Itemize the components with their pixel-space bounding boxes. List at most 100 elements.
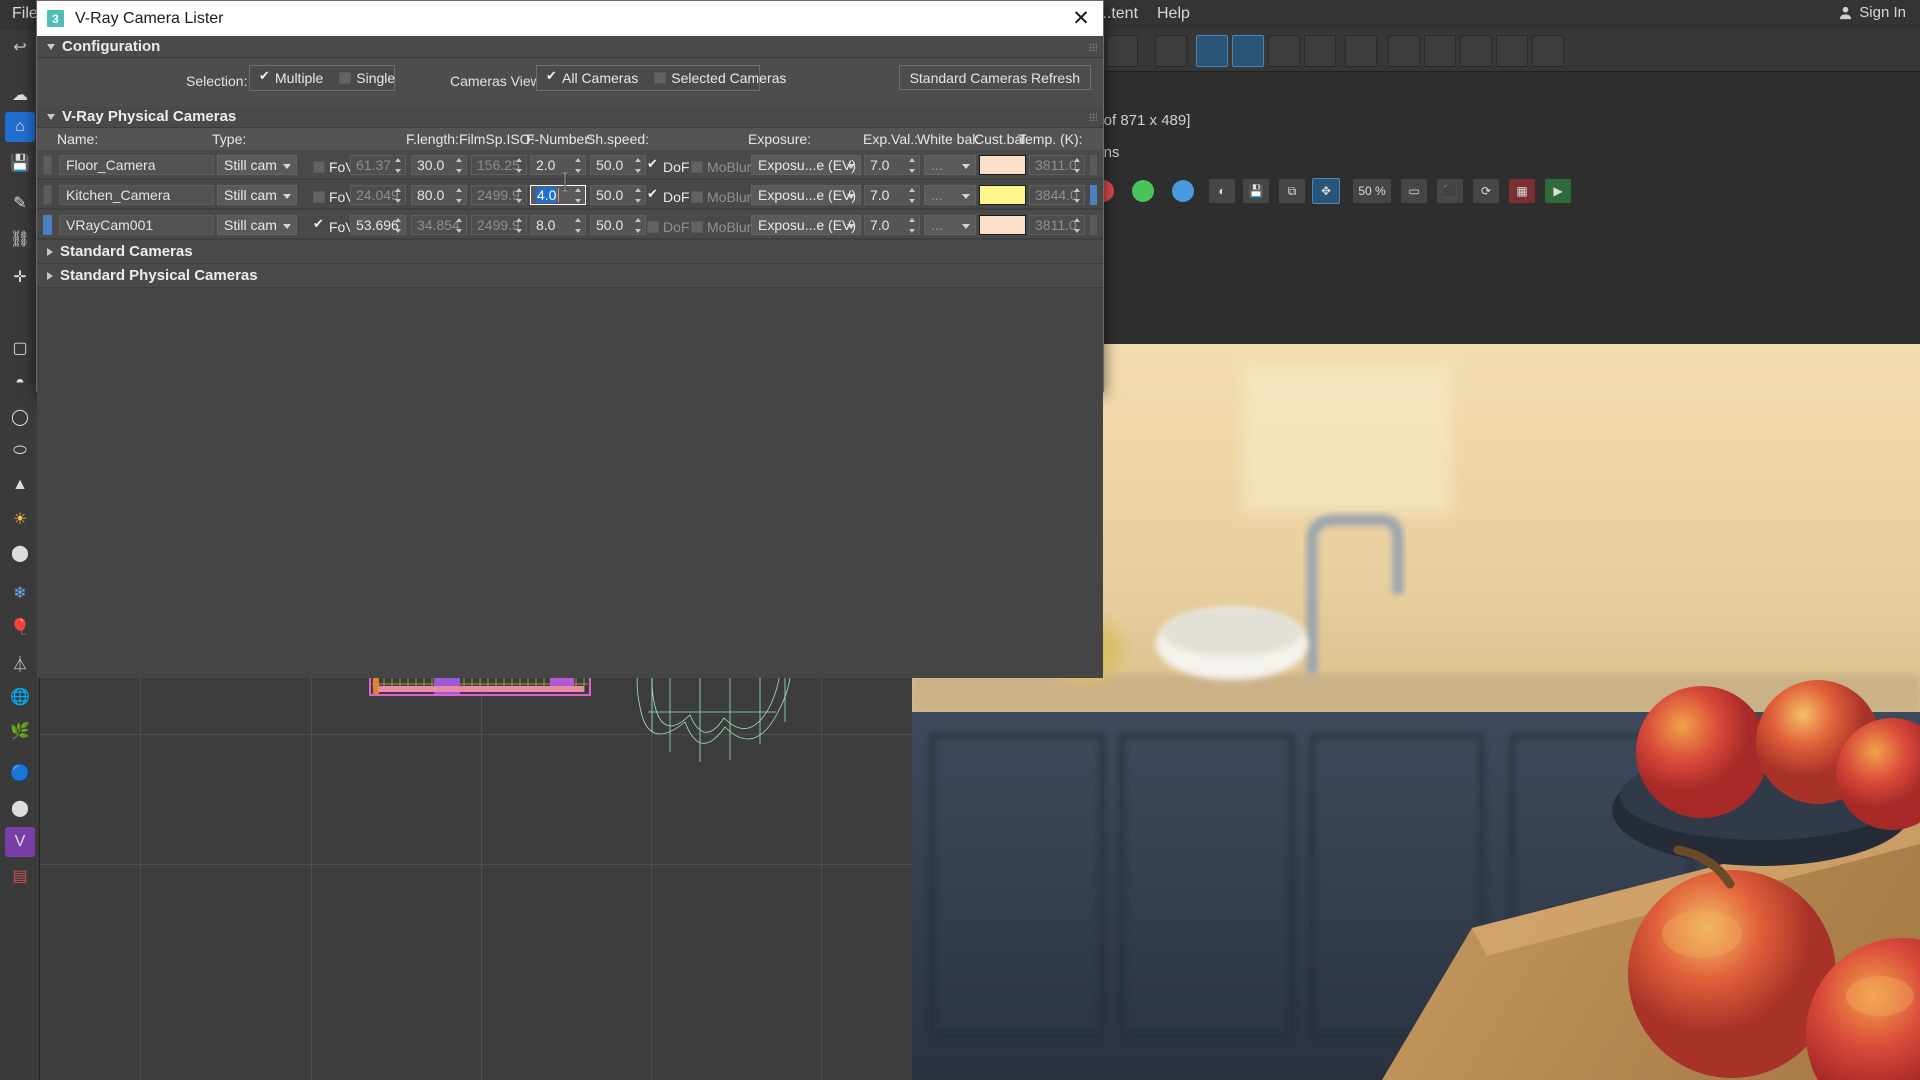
moblur-checkbox[interactable]: MoBlur bbox=[691, 219, 751, 235]
save-image-button[interactable]: 💾 bbox=[1242, 178, 1270, 204]
rollout-header-standard-cameras[interactable]: Standard Cameras bbox=[37, 240, 1103, 264]
rail-icon-undo[interactable]: ↩ bbox=[5, 32, 35, 62]
white-balance-dropdown[interactable]: ... bbox=[924, 185, 976, 205]
rail-icon-cloud[interactable]: ☁ bbox=[5, 80, 35, 110]
rail-icon-cone[interactable]: ▲ bbox=[5, 470, 35, 500]
iso-field[interactable]: 2499.9 bbox=[471, 185, 527, 205]
zoom-level-display[interactable]: 50 % bbox=[1352, 178, 1392, 204]
row-select-tab[interactable] bbox=[43, 215, 52, 235]
toolbar-button-align[interactable] bbox=[1106, 35, 1138, 67]
rail-icon-swatch[interactable]: ▤ bbox=[5, 861, 35, 891]
close-icon[interactable]: ✕ bbox=[1063, 4, 1099, 32]
selection-single-checkbox[interactable]: Single bbox=[339, 70, 395, 86]
rollout-header-standard-physical-cameras[interactable]: Standard Physical Cameras bbox=[37, 264, 1103, 288]
shutter-speed-field[interactable]: 50.0 bbox=[590, 155, 646, 175]
white-balance-dropdown[interactable]: ... bbox=[924, 155, 976, 175]
rail-icon-vray[interactable]: V bbox=[5, 827, 35, 857]
spinner-icon[interactable] bbox=[515, 188, 523, 203]
rail-icon-sun[interactable]: ☀ bbox=[5, 504, 35, 534]
rail-icon-save[interactable]: 💾 bbox=[5, 148, 35, 178]
sign-in-button[interactable]: Sign In bbox=[1838, 4, 1906, 21]
exposure-dropdown[interactable]: Exposu...e (EV) bbox=[751, 185, 861, 205]
spinner-icon[interactable] bbox=[908, 188, 916, 203]
custom-balance-color-swatch[interactable] bbox=[979, 185, 1026, 205]
menu-item-content[interactable]: ...tent bbox=[1098, 5, 1138, 23]
standard-cameras-refresh-button[interactable]: Standard Cameras Refresh bbox=[899, 65, 1091, 90]
spinner-icon[interactable] bbox=[634, 188, 642, 203]
rail-icon-paint[interactable]: ✎ bbox=[5, 188, 35, 218]
custom-balance-color-swatch[interactable] bbox=[979, 155, 1026, 175]
render-green-button[interactable]: ▶ bbox=[1544, 178, 1572, 204]
focal-length-field[interactable]: 61.37 bbox=[350, 155, 406, 175]
menu-item-file[interactable]: File bbox=[12, 5, 38, 23]
spinner-icon[interactable] bbox=[455, 158, 463, 173]
vray-camera-lister-dialog[interactable]: 3 V-Ray Camera Lister ✕ Configuration Se… bbox=[36, 0, 1104, 392]
rail-icon-chain[interactable]: ⛓ bbox=[5, 224, 35, 254]
moblur-checkbox[interactable]: MoBlur bbox=[691, 189, 751, 205]
monochrome-button[interactable]: ◐ bbox=[1208, 178, 1236, 204]
camera-name-field[interactable]: Floor_Camera bbox=[59, 155, 214, 175]
spinner-icon[interactable] bbox=[394, 218, 402, 233]
toolbar-button-layers[interactable] bbox=[1155, 35, 1187, 67]
dof-checkbox[interactable]: DoF bbox=[647, 189, 689, 205]
channel-blue-dot-icon[interactable] bbox=[1172, 180, 1194, 202]
fov-checkbox[interactable]: FoV bbox=[313, 219, 355, 235]
rail-icon-balloon[interactable]: 🎈 bbox=[5, 612, 35, 642]
f-number-field[interactable]: 4.0 bbox=[530, 185, 586, 205]
toolbar-button-render-setup[interactable] bbox=[1388, 35, 1420, 67]
clone-button[interactable]: ⧉ bbox=[1278, 178, 1306, 204]
menu-item-help[interactable]: Help bbox=[1157, 5, 1190, 23]
toolbar-button-material-browser[interactable] bbox=[1532, 35, 1564, 67]
camera-name-field[interactable]: Kitchen_Camera bbox=[59, 185, 214, 205]
toolbar-button-scene-explorer[interactable] bbox=[1232, 35, 1264, 67]
temperature-field[interactable]: 3811.0 bbox=[1029, 155, 1085, 175]
channel-green-dot-icon[interactable] bbox=[1132, 180, 1154, 202]
exposure-value-field[interactable]: 7.0 bbox=[864, 215, 920, 235]
rail-icon-foliage[interactable]: 🌿 bbox=[5, 716, 35, 746]
f-number-field[interactable]: 8.0 bbox=[530, 215, 586, 235]
spinner-icon[interactable] bbox=[394, 158, 402, 173]
spinner-icon[interactable] bbox=[634, 218, 642, 233]
rail-icon-color-dots[interactable]: ⬤ bbox=[5, 793, 35, 823]
cube-button[interactable]: ⬛ bbox=[1436, 178, 1464, 204]
row-select-tab[interactable] bbox=[43, 155, 52, 175]
row-select-tab[interactable] bbox=[43, 185, 52, 205]
shutter-speed-field[interactable]: 50.0 bbox=[590, 215, 646, 235]
toolbar-button-particle[interactable] bbox=[1345, 35, 1377, 67]
toolbar-button-curve-editor[interactable] bbox=[1268, 35, 1300, 67]
rail-icon-sphere[interactable]: ◓ bbox=[5, 368, 35, 398]
fov-checkbox[interactable]: FoV bbox=[313, 189, 355, 205]
film-speed-field[interactable]: 80.0 bbox=[411, 185, 467, 205]
spinner-icon[interactable] bbox=[908, 218, 916, 233]
dof-checkbox[interactable]: DoF bbox=[647, 219, 689, 235]
rail-icon-circle[interactable]: ◯ bbox=[5, 402, 35, 432]
selection-multiple-checkbox[interactable]: Multiple bbox=[258, 70, 323, 86]
selected-cameras-checkbox[interactable]: Selected Cameras bbox=[654, 70, 786, 86]
camera-name-field[interactable]: VRayCam001 bbox=[59, 215, 214, 235]
spinner-icon[interactable] bbox=[1073, 218, 1081, 233]
toolbar-button-layer-explorer[interactable] bbox=[1196, 35, 1228, 67]
exposure-dropdown[interactable]: Exposu...e (EV) bbox=[751, 215, 861, 235]
dialog-title-bar[interactable]: 3 V-Ray Camera Lister ✕ bbox=[37, 1, 1103, 36]
temperature-field[interactable]: 3811.0 bbox=[1029, 215, 1085, 235]
f-number-field[interactable]: 2.0 bbox=[530, 155, 586, 175]
spinner-icon[interactable] bbox=[394, 188, 402, 203]
spinner-icon[interactable] bbox=[574, 218, 582, 233]
iso-field[interactable]: 2499.9 bbox=[471, 215, 527, 235]
focal-length-field[interactable]: 24.049 bbox=[350, 185, 406, 205]
spinner-icon[interactable] bbox=[455, 188, 463, 203]
camera-type-dropdown[interactable]: Still cam bbox=[217, 185, 297, 205]
shutter-speed-field[interactable]: 50.0 bbox=[590, 185, 646, 205]
exposure-value-field[interactable]: 7.0 bbox=[864, 185, 920, 205]
spinner-icon[interactable] bbox=[1073, 158, 1081, 173]
rail-icon-sphere-blue[interactable]: 🔵 bbox=[5, 758, 35, 788]
spinner-icon[interactable] bbox=[574, 158, 582, 173]
rail-icon-globe[interactable]: 🌐 bbox=[5, 682, 35, 712]
selection-mode-group[interactable]: Multiple Single bbox=[249, 65, 395, 91]
spinner-icon[interactable] bbox=[634, 158, 642, 173]
white-balance-dropdown[interactable]: ... bbox=[924, 215, 976, 235]
rail-icon-bind[interactable]: ✛ bbox=[5, 262, 35, 292]
focal-length-field[interactable]: 53.696 bbox=[350, 215, 406, 235]
spinner-icon[interactable] bbox=[1073, 188, 1081, 203]
spinner-icon[interactable] bbox=[455, 218, 463, 233]
